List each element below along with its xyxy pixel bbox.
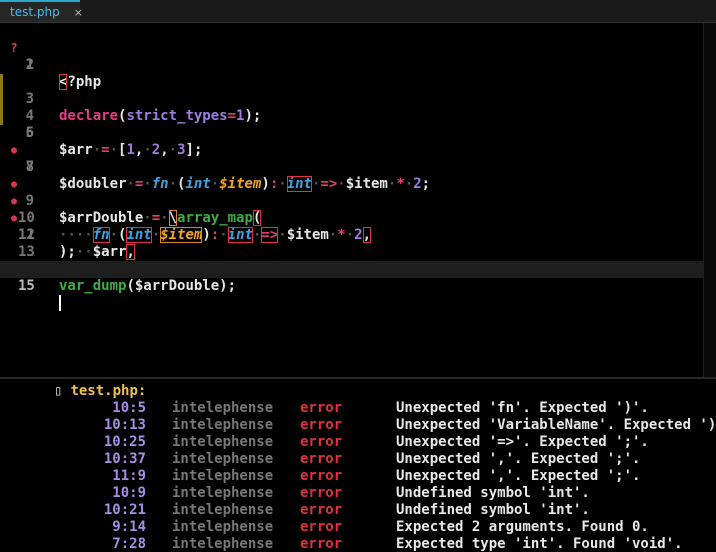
problem-message: Undefined symbol 'int'. (396, 485, 590, 501)
code-line: 4 (0, 74, 704, 124)
code-line: ● 10 ····fn·(int·$item):·int·=>·$item·*·… (0, 176, 704, 243)
problem-severity: error (300, 536, 343, 552)
problem-position: 10:25 (103, 434, 146, 450)
problem-message: Unexpected 'VariableName'. Expected ')'. (396, 417, 716, 433)
code-line: 8 (0, 142, 704, 175)
problem-row[interactable]: 10:5 intelephense error Unexpected 'fn'. Ex… (0, 400, 716, 417)
problem-row[interactable]: 10:25 intelephense error Unexpected '=>'. E… (0, 434, 716, 451)
problem-source: intelephense (172, 536, 274, 552)
code-line: ? 1 <?php (0, 23, 704, 90)
problem-severity: error (300, 502, 343, 518)
problem-severity: error (300, 400, 343, 416)
problem-position: 10:9 (112, 485, 146, 501)
code-line: 5 $arr·=·[1,·2,·3]; (0, 91, 704, 158)
tab-test-php[interactable]: test.php × (0, 0, 83, 22)
problem-source: intelephense (172, 434, 274, 450)
problem-position: 10:5 (112, 400, 146, 416)
problem-source: intelephense (172, 468, 274, 484)
code-line-current[interactable]: 15 (0, 261, 704, 311)
tab-title: test.php (10, 5, 60, 19)
problem-message: Unexpected 'fn'. Expected ')'. (396, 400, 649, 416)
problem-message: Unexpected '=>'. Expected ';'. (396, 434, 649, 450)
panel-divider[interactable] (0, 377, 716, 379)
problem-source: intelephense (172, 485, 274, 501)
problem-message: Undefined symbol 'int'. (396, 502, 590, 518)
text-cursor (59, 295, 61, 311)
problems-file-header[interactable]: ▯ test.php: (54, 383, 146, 400)
code-editor[interactable]: ? 1 <?php 2 3 declare(strict_types=1); 4… (0, 23, 716, 377)
problem-position: 11:9 (112, 468, 146, 484)
code-line: 14 var_dump($arrDouble); (0, 244, 704, 294)
problem-message: Expected 2 arguments. Found 0. (396, 519, 649, 535)
tab-bar: test.php × (0, 0, 716, 23)
problem-source: intelephense (172, 417, 274, 433)
code-line: 12 ); (0, 210, 704, 260)
line-number: 15 (18, 278, 35, 294)
problem-source: intelephense (172, 519, 274, 535)
code-line: 6 (0, 108, 704, 141)
problem-source: intelephense (172, 400, 274, 416)
problem-message: Unexpected ','. Expected ';'. (396, 468, 641, 484)
code-line: 2 (0, 40, 704, 73)
problem-row[interactable]: 10:9 intelephense error Undefined symbol 'i… (0, 485, 716, 502)
code-line: 3 declare(strict_types=1); (0, 57, 704, 124)
problem-severity: error (300, 451, 343, 467)
code-line: ● 9 $arrDouble·=·\array_map( (0, 159, 704, 226)
problem-position: 7:28 (112, 536, 146, 552)
problem-source: intelephense (172, 451, 274, 467)
code-line: ● 11 ····$arr, (0, 193, 704, 260)
problem-severity: error (300, 417, 343, 433)
problem-row[interactable]: 10:21 intelephense error Undefined symbol '… (0, 502, 716, 519)
problem-position: 10:13 (103, 417, 146, 433)
problem-row[interactable]: 10:37 intelephense error Unexpected ','. Ex… (0, 451, 716, 468)
problem-source: intelephense (172, 502, 274, 518)
code-line: 13 (0, 227, 704, 260)
problem-row[interactable]: 11:9 intelephense error Unexpected ','. Exp… (0, 468, 716, 485)
problems-file-label: test.php: (70, 383, 147, 399)
scrollbar[interactable] (703, 23, 716, 377)
code-text (59, 295, 61, 312)
problem-position: 9:14 (112, 519, 146, 535)
code-line: ● 7 $doubler·=·fn·(int·$item):·int·=>·$i… (0, 125, 704, 192)
problem-row[interactable]: 10:13 intelephense error Unexpected 'Variab… (0, 417, 716, 434)
problems-panel: ▯ test.php: 10:5 intelephense error Unexpect… (0, 381, 716, 552)
problem-severity: error (300, 485, 343, 501)
problem-row[interactable]: 7:28 intelephense error Expected type 'int'… (0, 536, 716, 552)
problem-position: 10:37 (103, 451, 146, 467)
close-icon[interactable]: × (74, 6, 83, 19)
problem-message: Expected type 'int'. Found 'void'. (396, 536, 683, 552)
code-text: var_dump($arrDouble); (59, 278, 237, 294)
file-icon: ▯ (54, 383, 63, 399)
problem-position: 10:21 (103, 502, 146, 518)
problem-severity: error (300, 434, 343, 450)
problem-row[interactable]: 9:14 intelephense error Expected 2 argument… (0, 519, 716, 536)
problem-severity: error (300, 468, 343, 484)
problem-message: Unexpected ','. Expected ';'. (396, 451, 641, 467)
problem-severity: error (300, 519, 343, 535)
